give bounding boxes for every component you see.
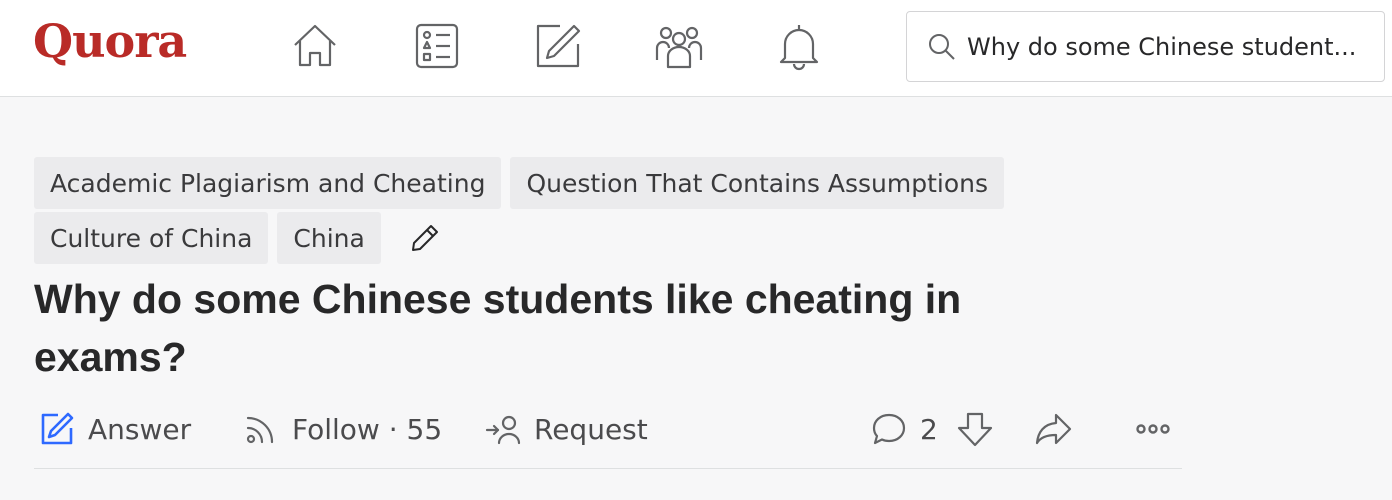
write-icon[interactable] [532,20,584,72]
topic-tag[interactable]: Academic Plagiarism and Cheating [34,157,502,209]
search-bar[interactable]: Why do some Chinese student... [906,11,1385,82]
topic-tags: Academic Plagiarism and Cheating Questio… [34,157,1034,267]
downvote-button[interactable] [956,400,1006,458]
downvote-arrow-icon [957,412,993,447]
share-button[interactable] [1034,400,1084,458]
pencil-icon [411,225,438,251]
home-icon[interactable] [289,20,341,72]
answer-button[interactable]: Answer [38,400,191,458]
request-user-icon [485,415,521,445]
follow-rss-icon [246,416,274,444]
bell-icon[interactable] [773,20,825,72]
follow-button[interactable]: Follow · 55 [242,400,442,458]
spaces-icon[interactable] [653,20,705,72]
edit-topics-button[interactable] [400,212,450,264]
request-label: Request [534,412,648,446]
divider [34,468,1182,469]
more-options-button[interactable] [1134,400,1184,458]
comment-count: 2 [920,412,938,446]
answer-list-icon[interactable] [411,20,463,72]
topic-tag[interactable]: Culture of China [34,212,269,264]
follow-label: Follow · 55 [292,412,443,446]
more-dots-icon [1136,424,1170,434]
topic-tag[interactable]: China [277,212,381,264]
search-input[interactable]: Why do some Chinese student... [967,33,1367,61]
top-navigation-bar: Quora Why do some Chinese student... [0,0,1392,97]
answer-label: Answer [88,412,192,446]
share-arrow-icon [1035,413,1072,445]
topic-tag[interactable]: Question That Contains Assumptions [510,157,1004,209]
comments-button[interactable]: 2 [870,400,938,458]
answer-pencil-icon [41,412,74,445]
request-button[interactable]: Request [484,400,648,458]
question-title: Why do some Chinese students like cheati… [34,276,962,380]
search-icon [929,33,955,60]
question-action-bar: Answer Follow · 55 Request 2 [34,400,1182,458]
quora-logo[interactable]: Quora [33,14,187,68]
comment-bubble-icon [872,413,906,445]
